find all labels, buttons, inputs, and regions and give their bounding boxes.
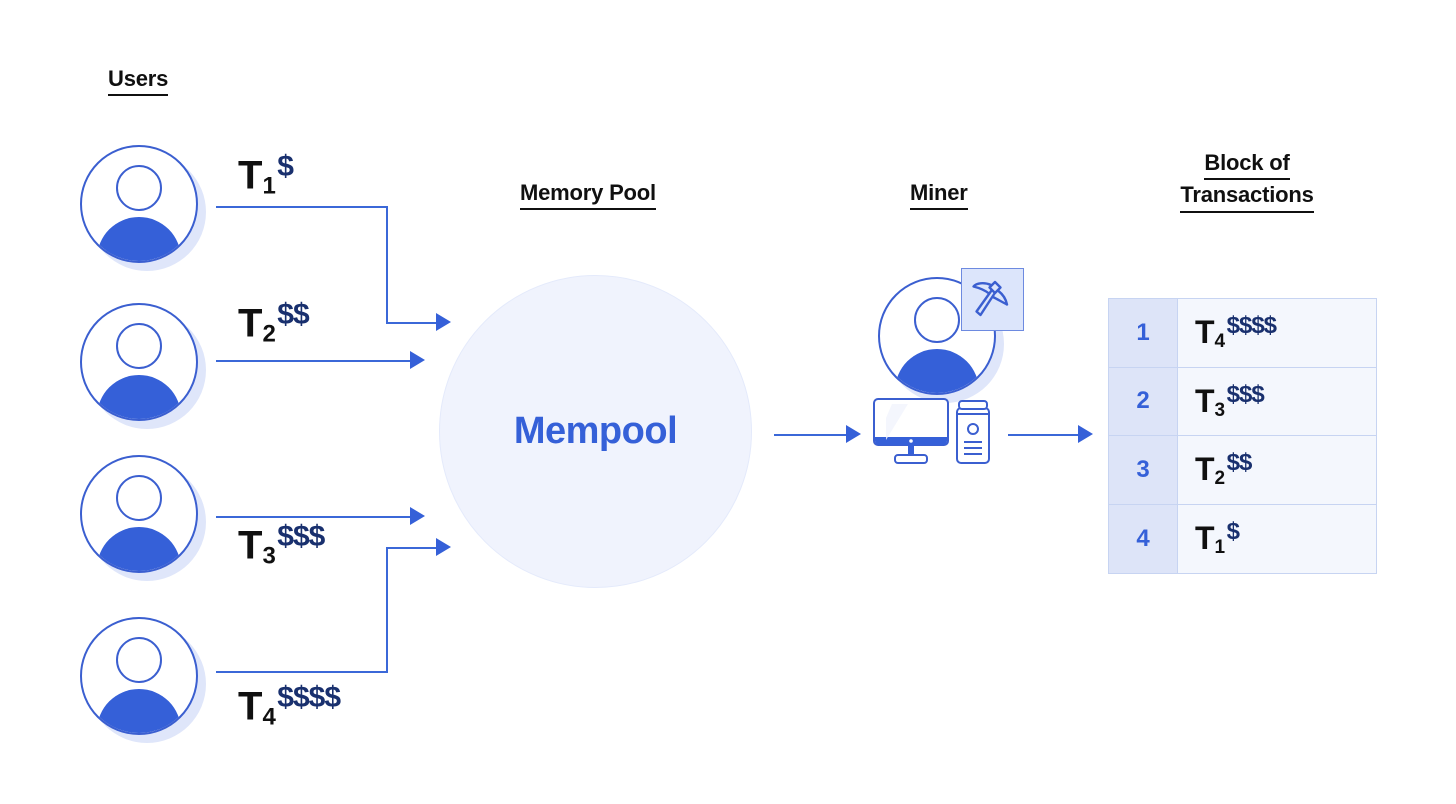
arrowhead-icon xyxy=(1078,425,1093,443)
avatar-body xyxy=(97,689,181,733)
tx-letter: T xyxy=(1195,520,1215,557)
tx-letter: T xyxy=(1195,382,1215,419)
tx-index: 1 xyxy=(262,172,277,200)
transaction-label-t1: T1$ xyxy=(238,150,294,200)
row-transaction: T3$$$ xyxy=(1178,367,1376,435)
tx-fee: $$$$ xyxy=(277,681,341,714)
arrow-segment-horizontal xyxy=(386,547,438,549)
tx-letter: T xyxy=(238,153,263,198)
row-number: 3 xyxy=(1109,436,1178,504)
memory-pool-heading: Memory Pool xyxy=(520,178,656,211)
avatar-head xyxy=(116,323,162,369)
pickaxe-icon[interactable] xyxy=(961,268,1024,331)
row-transaction: T1$ xyxy=(1178,504,1376,573)
tx-letter: T xyxy=(238,684,263,729)
arrow-segment-horizontal xyxy=(774,434,848,436)
users-heading: Users xyxy=(108,64,168,97)
block-heading-line2: Transactions xyxy=(1180,180,1314,213)
diagram-canvas: Users Memory Pool Miner Block of Transact… xyxy=(0,0,1456,804)
arrowhead-icon xyxy=(410,507,425,525)
arrowhead-icon xyxy=(436,538,451,556)
transaction-label-t4: T4$$$$ xyxy=(238,681,341,731)
avatar-body xyxy=(895,349,979,393)
row-number: 1 xyxy=(1109,299,1178,367)
arrow-segment-horizontal xyxy=(386,322,438,324)
desktop-computer-icon xyxy=(873,398,990,464)
avatar-head xyxy=(116,475,162,521)
table-row[interactable]: 2 T3$$$ xyxy=(1109,367,1376,436)
avatar-head xyxy=(914,297,960,343)
user-avatar-icon-4[interactable] xyxy=(80,617,206,743)
avatar-body xyxy=(97,217,181,261)
user-avatar-icon-1[interactable] xyxy=(80,145,206,271)
tx-fee: $$$$ xyxy=(1226,312,1277,340)
transaction-label: T2$$ xyxy=(1195,449,1253,490)
row-transaction: T2$$ xyxy=(1178,436,1376,504)
block-heading-line1: Block of xyxy=(1204,148,1290,181)
tx-letter: T xyxy=(1195,314,1215,351)
row-number: 4 xyxy=(1109,504,1178,573)
arrow-segment-vertical xyxy=(386,547,388,673)
table-row[interactable]: 3 T2$$ xyxy=(1109,436,1376,505)
tx-fee: $$ xyxy=(277,298,309,331)
computer-group[interactable] xyxy=(872,396,992,468)
arrowhead-icon xyxy=(410,351,425,369)
arrow-segment-horizontal xyxy=(216,206,388,208)
tx-fee: $$$ xyxy=(1226,380,1265,408)
row-number: 2 xyxy=(1109,367,1178,435)
tx-fee: $ xyxy=(1226,518,1240,546)
arrow-segment-vertical xyxy=(386,206,388,322)
tx-fee: $$ xyxy=(1226,449,1253,477)
avatar-body xyxy=(97,375,181,419)
transaction-label: T3$$$ xyxy=(1195,380,1265,421)
tx-index: 2 xyxy=(262,320,277,348)
transaction-label: T4$$$$ xyxy=(1195,312,1277,353)
user-avatar-icon-3[interactable] xyxy=(80,455,206,581)
arrow-segment-horizontal xyxy=(216,360,410,362)
mempool-circle[interactable]: Mempool xyxy=(439,275,752,588)
tx-index: 1 xyxy=(1214,537,1226,559)
tx-letter: T xyxy=(238,523,263,568)
tx-fee: $$$ xyxy=(277,520,325,553)
table-row[interactable]: 4 T1$ xyxy=(1109,504,1376,573)
tx-letter: T xyxy=(1195,451,1215,488)
memory-pool-heading-label: Memory Pool xyxy=(520,178,656,211)
users-heading-label: Users xyxy=(108,64,168,97)
user-avatar-icon-2[interactable] xyxy=(80,303,206,429)
transaction-label-t3: T3$$$ xyxy=(238,520,325,570)
arrow-segment-horizontal xyxy=(1008,434,1080,436)
computer-tower-icon xyxy=(956,400,990,464)
arrow-segment-horizontal xyxy=(216,671,388,673)
tx-index: 2 xyxy=(1214,468,1226,490)
tx-index: 4 xyxy=(262,703,277,731)
avatar-body xyxy=(97,527,181,571)
transaction-label: T1$ xyxy=(1195,518,1240,559)
miner-heading: Miner xyxy=(910,178,968,211)
miner-heading-label: Miner xyxy=(910,178,968,211)
pickaxe-glyph xyxy=(972,280,1009,317)
tx-index: 3 xyxy=(1214,399,1226,421)
arrowhead-icon xyxy=(436,313,451,331)
arrowhead-icon xyxy=(846,425,861,443)
mempool-label: Mempool xyxy=(513,410,678,452)
tx-index: 3 xyxy=(262,542,277,570)
row-transaction: T4$$$$ xyxy=(1178,299,1376,367)
tx-letter: T xyxy=(238,301,263,346)
tx-fee: $ xyxy=(277,150,294,183)
avatar-head xyxy=(116,637,162,683)
arrow-segment-horizontal xyxy=(216,516,410,518)
tx-index: 4 xyxy=(1214,331,1226,353)
table-row[interactable]: 1 T4$$$$ xyxy=(1109,299,1376,368)
block-of-transactions-table[interactable]: 1 T4$$$$ 2 T3$$$ 3 T2$$ 4 T1$ xyxy=(1108,298,1377,574)
avatar-head xyxy=(116,165,162,211)
transaction-label-t2: T2$$ xyxy=(238,298,310,348)
block-of-transactions-heading: Block of Transactions xyxy=(1155,148,1339,213)
